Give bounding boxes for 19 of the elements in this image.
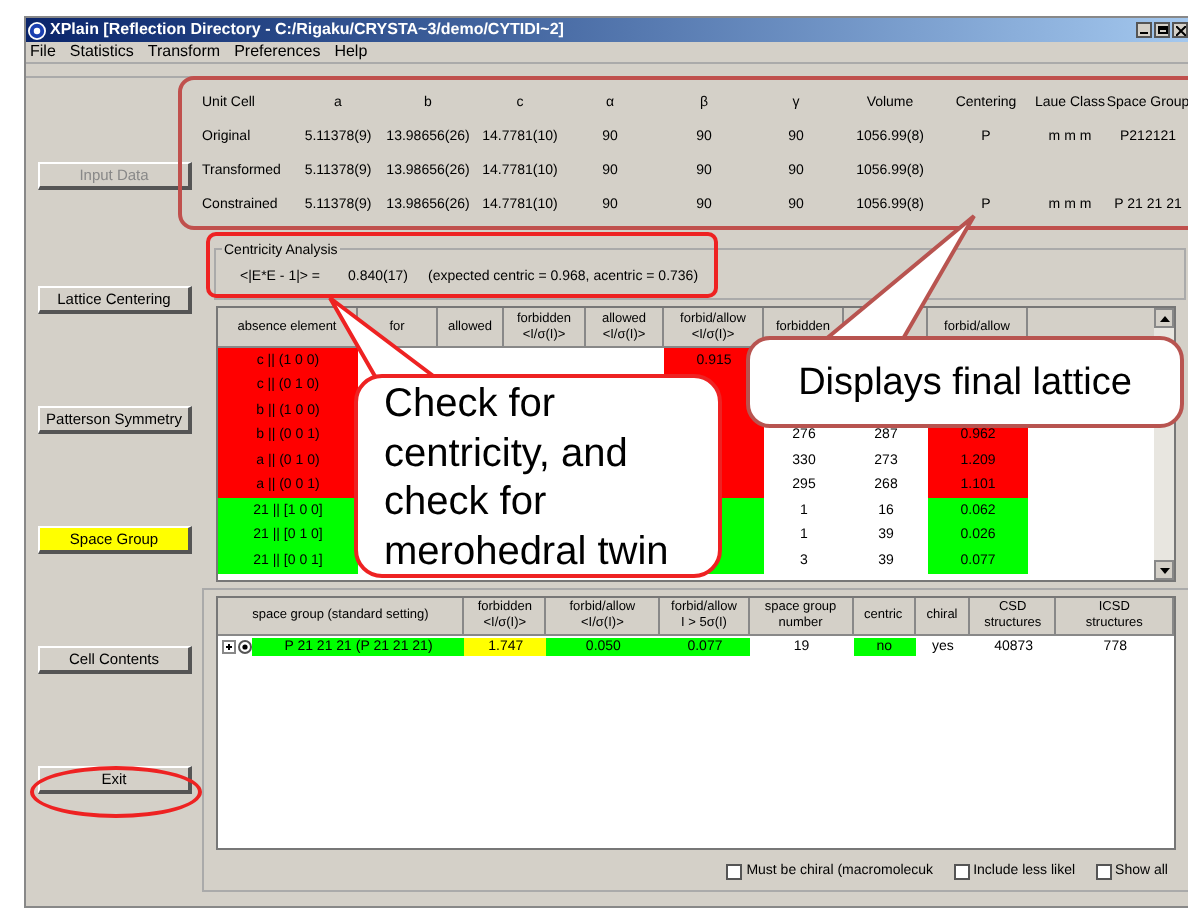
checkbox[interactable] (1095, 864, 1112, 881)
checkbox[interactable] (953, 864, 970, 881)
window-title: XPlain [Reflection Directory - C:/Rigaku/CRYSTA~3/demo/CYTIDI~2] (50, 22, 564, 38)
menu-item[interactable]: File (30, 44, 56, 60)
up-arrow-icon (1159, 315, 1169, 321)
expand-icon[interactable] (222, 639, 236, 653)
checkbox[interactable] (726, 864, 743, 881)
callout-tooltip: Check for centricity, and check for merohedral twin (354, 374, 722, 578)
menu-item[interactable]: Statistics (69, 44, 134, 60)
down-arrow-icon (1159, 567, 1169, 573)
menu-item[interactable]: Help (334, 44, 368, 60)
maximize-button[interactable] (1154, 22, 1170, 38)
menu-item[interactable]: Transform (147, 44, 221, 60)
app-icon (28, 21, 46, 39)
radio-button[interactable] (238, 639, 252, 653)
minimize-button[interactable] (1136, 22, 1152, 38)
menu-item[interactable]: Preferences (234, 44, 321, 60)
close-button[interactable] (1172, 22, 1188, 38)
callout-tooltip: Displays final lattice (746, 336, 1184, 428)
